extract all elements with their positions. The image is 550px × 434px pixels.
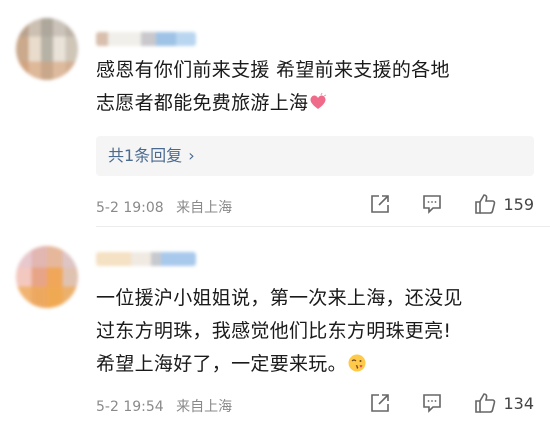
reply-count: 共1条回复 [108,146,183,165]
avatar[interactable] [16,246,78,308]
comment-item: 感恩有你们前来支援 希望前来支援的各地 志愿者都能免费旅游上海 共1条回复 › 5… [0,0,550,226]
thumbs-up-icon [475,393,496,413]
like-button[interactable]: 159 [473,192,534,216]
share-button[interactable] [369,392,391,414]
like-button[interactable]: 134 [473,391,534,415]
comment-location: 来自上海 [176,200,233,216]
comment-button[interactable] [421,392,443,414]
comment-actions: 134 [339,391,534,415]
comment-button[interactable] [421,193,443,215]
like-count: 159 [503,194,534,214]
kissing-emoji-icon [348,354,366,372]
comment-actions: 159 [339,192,534,216]
comment-line: 希望上海好了，一定要来玩。 [96,353,347,375]
comment-line: 感恩有你们前来支援 希望前来支援的各地 [96,59,450,81]
comment-date: 5-2 19:08 [96,200,164,216]
share-icon [371,394,390,412]
avatar[interactable] [16,18,78,80]
comment-divider [96,226,550,227]
comment-line: 志愿者都能免费旅游上海 [96,92,309,114]
share-icon [371,195,390,213]
like-count: 134 [503,393,534,413]
comment-meta: 5-2 19:54 来自上海 [96,396,240,416]
heart-emoji-icon [310,92,327,109]
thumbs-up-icon [475,194,496,214]
comment-date: 5-2 19:54 [96,399,164,415]
username-blurred[interactable] [96,32,196,46]
reply-thread-link[interactable]: 共1条回复 › [96,136,534,176]
username-blurred[interactable] [96,252,196,266]
comment-line: 一位援沪小姐姐说，第一次来上海，还没见 [96,287,463,309]
comment-text: 感恩有你们前来支援 希望前来支援的各地 志愿者都能免费旅游上海 [96,54,536,120]
comment-icon [423,195,442,214]
comment-meta: 5-2 19:08 来自上海 [96,197,240,217]
comment-text: 一位援沪小姐姐说，第一次来上海，还没见 过东方明珠，我感觉他们比东方明珠更亮! … [96,282,536,381]
comment-location: 来自上海 [176,399,233,415]
chevron-right-icon: › [188,146,195,165]
share-button[interactable] [369,193,391,215]
comment-icon [423,394,442,413]
comment-line: 过东方明珠，我感觉他们比东方明珠更亮! [96,320,452,342]
